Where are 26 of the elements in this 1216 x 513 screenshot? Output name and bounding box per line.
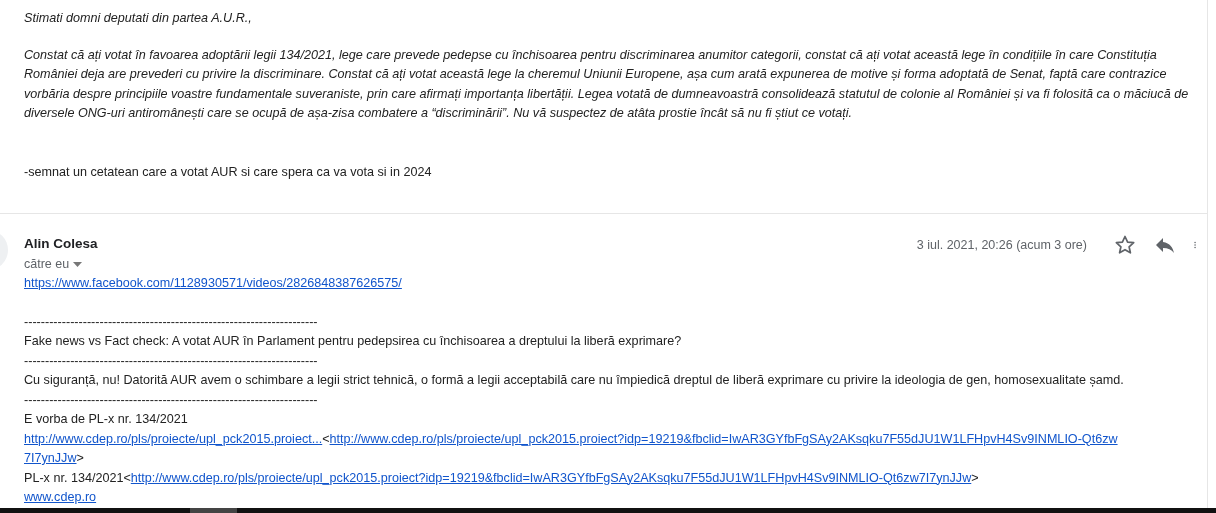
scrollbar[interactable] — [0, 508, 1216, 513]
body-text: > — [971, 470, 979, 485]
body-text: Cu siguranță, nu! Datorită AUR avem o schimbare a legii strict tehnică, o formă a legii acceptabilă care nu împiedică dreptul de liberă exprimare cu privire la ideologia de gen, homosexualitate șamd. — [24, 373, 1124, 387]
scrollbar-thumb[interactable] — [190, 508, 237, 513]
link[interactable]: http://www.cdep.ro/pls/proiecte/upl_pck2015.proiect?idp=19219&fbclid=IwAR3GYfbFgSAy2AKsqku7F55dJU1W1LFHpvH4Sv9INMLIO-Qt6zw — [329, 431, 1118, 446]
body-text: E vorba de PL-x nr. 134/2021 — [24, 412, 188, 426]
body-text: > — [76, 451, 84, 465]
body-text: ---------------------------------------------------------------------- — [24, 314, 318, 329]
body-text: ---------------------------------------------------------------------- — [24, 353, 318, 368]
body-text: < — [322, 431, 330, 446]
signature-text: -semnat un cetatean care a votat AUR si care spera ca va vota si in 2024 — [24, 163, 433, 181]
caret-icon[interactable] — [73, 261, 83, 267]
star-icon[interactable] — [1113, 233, 1137, 257]
link[interactable]: http://www.cdep.ro/pls/proiecte/upl_pck2015.proiect... — [24, 431, 323, 446]
link[interactable]: https://www.facebook.com/1128930571/videos/2826848387626575/ — [24, 276, 402, 290]
body-text: ---------------------------------------------------------------------- — [24, 392, 318, 407]
link[interactable]: 7I7ynJJw — [24, 451, 77, 465]
date-text: 3 iul. 2021, 20:26 (acum 3 ore) — [916, 237, 1087, 254]
sender-name: Alin Colesa — [24, 235, 99, 253]
link[interactable]: http://www.cdep.ro/pls/proiecte/upl_pck2015.proiect?idp=19219&fbclid=IwAR3GYfbFgSAy2AKsqku7F55dJU1W1LFHpvH4Sv9INMLIO-Qt6zw7I7ynJJw — [130, 470, 972, 485]
recipient-text[interactable]: către eu — [24, 254, 70, 274]
greeting-text: Stimati domni deputati din partea A.U.R., — [24, 10, 253, 27]
message-paragraph: Constat că ați votat în favoarea adoptării legii 134/2021, lege care prevede pedepse cu închisoarea pentru discriminarea anumitor categorii, constat că ați votat această lege în condițiile în care Constituția României deja are prevederi cu privire la discriminare. Constat că ați votat această lege la cheremul Uniunii Europene, așa cum arată expunerea de motive și forma adoptată de Senat, faptă care contrazice vorbăria despre principiile voastre fundamentale suveraniste, prin care afirmați importanța libertății. Legea votată de dumneavoastră consolidează statutul de colonie al României și va fi folosită ca o măciucă de diversele ONG-uri antiromânești care se ocupă de așa-zisa combatere a “discriminării”. Nu vă suspectez de atâta prostie încât să nu fi știut ce votați. — [24, 46, 1190, 123]
body-text: Fake news vs Fact check: A votat AUR în Parlament pentru pedepsirea cu închisoarea a dreptului la liberă exprimare? — [24, 334, 682, 348]
link[interactable]: www.cdep.ro — [24, 490, 97, 504]
body-text: PL-x nr. 134/2021< — [24, 470, 131, 485]
